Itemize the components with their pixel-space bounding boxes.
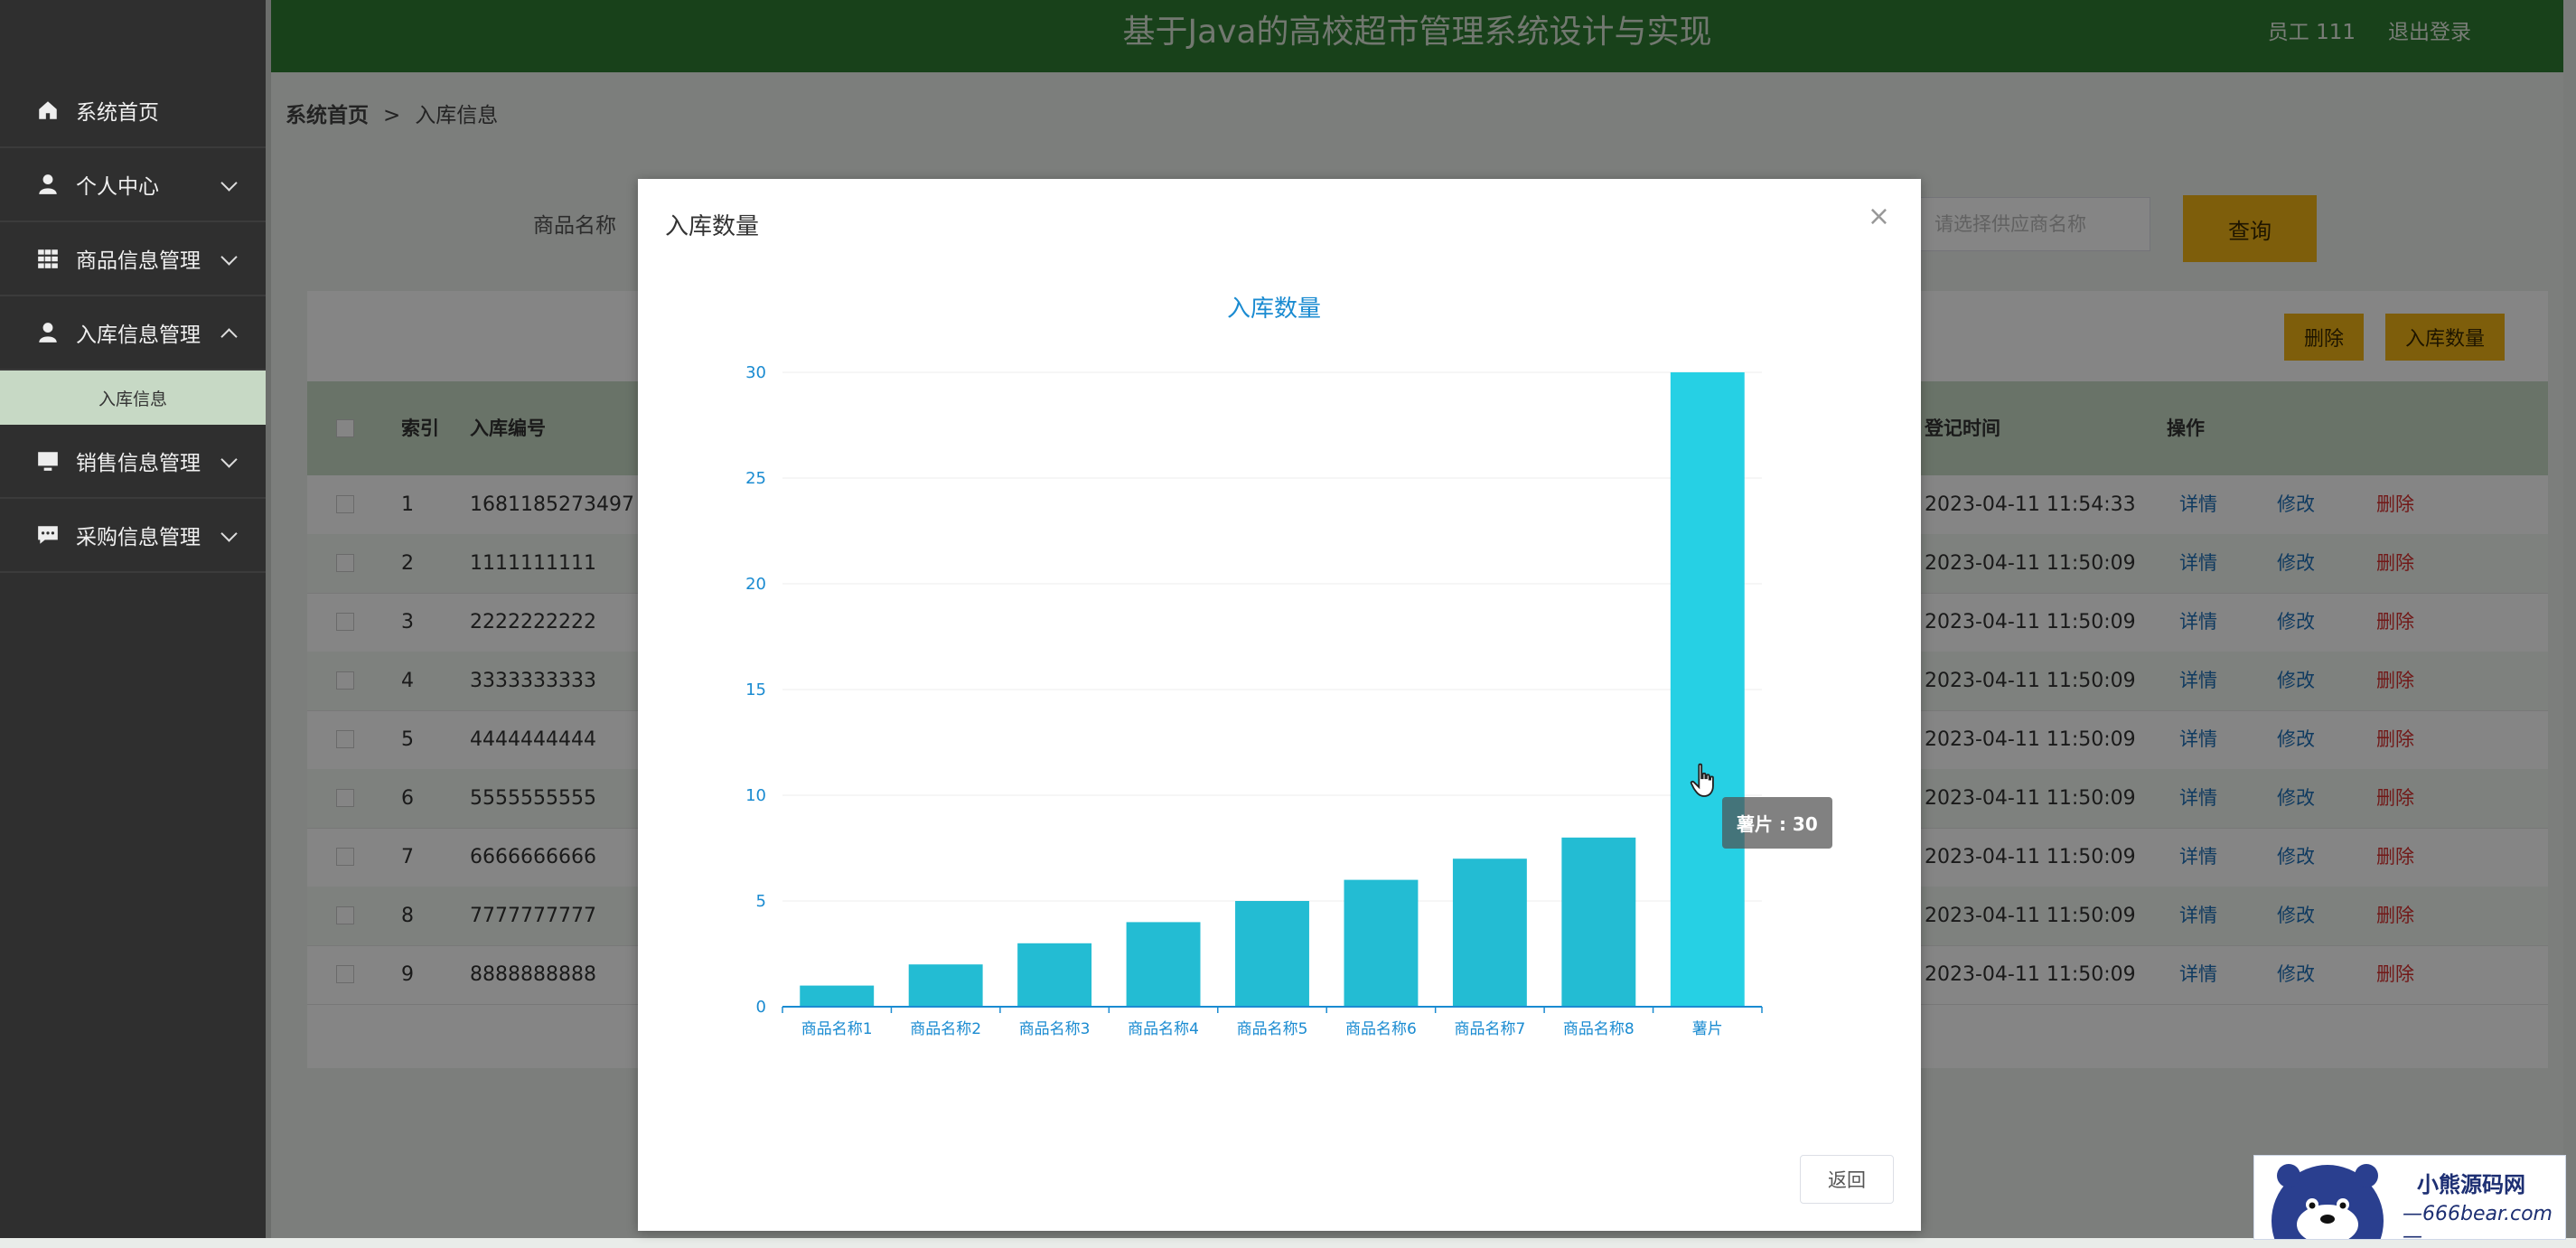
chevron-up-icon [220, 328, 238, 345]
chart-x-labels: 商品名称1 商品名称2 商品名称3 商品名称4 商品名称5 商品名称6 商品名称7 商品名称8… [801, 1020, 1723, 1038]
chart-grid [782, 371, 1762, 902]
user-icon [39, 323, 57, 342]
watermark-title: 小熊源码网 [2417, 1172, 2525, 1197]
hand-cursor-icon [1690, 763, 1714, 797]
sidebar-item-sales[interactable]: 销售信息管理 [0, 425, 266, 499]
sidebar-item-label: 商品信息管理 [76, 249, 201, 273]
bar [1561, 837, 1636, 1007]
sidebar-item-label: 个人中心 [76, 175, 159, 199]
sidebar-item-label: 采购信息管理 [76, 526, 201, 549]
bar [1126, 922, 1201, 1007]
watermark-url: —666bear.com— [2403, 1203, 2553, 1248]
modal-mask-header[interactable] [266, 0, 2576, 72]
y-tick-label: 0 [756, 998, 766, 1017]
stock-count-chart: 入库数量 051015202530 商品名称1 商品名称2 商品名称3 商品名称4 商品… [745, 296, 1763, 1038]
x-tick-label: 商品名称1 [801, 1020, 873, 1038]
chevron-down-icon [220, 525, 238, 542]
chevron-down-icon [220, 451, 238, 468]
y-tick-label: 25 [745, 469, 766, 488]
bar [1452, 859, 1527, 1007]
chart-x-axis [782, 1006, 1763, 1013]
chevron-down-icon [220, 174, 238, 192]
y-tick-label: 15 [745, 680, 766, 699]
y-tick-label: 20 [745, 575, 766, 594]
stock-count-dialog: 入库数量 × 入库数量 0 5 10 15 20 25 30 商品名称1 商品名称2 商品名称3… [638, 179, 1921, 1231]
bar [908, 964, 983, 1007]
monitor-icon [38, 452, 58, 471]
chart-tooltip: 薯片 : 30 [1722, 797, 1832, 849]
return-button[interactable]: 返回 [1800, 1155, 1894, 1204]
bar [1344, 879, 1419, 1007]
bar [800, 985, 875, 1007]
sidebar-top [0, 0, 266, 74]
x-tick-label: 商品名称3 [1019, 1020, 1091, 1038]
bear-logo-icon [2272, 1164, 2384, 1239]
sidebar-subitem-stock-in-info[interactable]: 入库信息 [0, 371, 266, 425]
bar [1235, 901, 1309, 1007]
sidebar: 系统首页 个人中心 商品信息管理 入库信息管理 入库信息 销售信息管理 采购信息… [0, 0, 266, 1238]
chart-title: 入库数量 [1227, 296, 1321, 323]
sidebar-item-label: 销售信息管理 [76, 452, 201, 475]
sidebar-item-label: 入库信息管理 [76, 324, 201, 347]
x-tick-label: 商品名称6 [1345, 1020, 1417, 1038]
user-icon [39, 174, 57, 194]
home-icon [39, 101, 57, 119]
sidebar-item-purchase[interactable]: 采购信息管理 [0, 499, 266, 573]
y-tick-label: 5 [756, 892, 766, 911]
y-tick-label: 10 [745, 786, 766, 805]
sidebar-item-label: 系统首页 [76, 101, 159, 125]
bar [1670, 372, 1745, 1007]
x-tick-label: 商品名称8 [1563, 1020, 1635, 1038]
y-tick-label: 30 [745, 363, 766, 382]
sidebar-item-home[interactable]: 系统首页 [0, 74, 266, 148]
sidebar-item-personal-center[interactable]: 个人中心 [0, 148, 266, 222]
x-tick-label: 薯片 [1692, 1020, 1723, 1038]
chart-y-axis: 0 5 10 15 20 25 30 [745, 363, 766, 1017]
chat-icon [38, 526, 58, 544]
x-tick-label: 商品名称2 [910, 1020, 981, 1038]
grid-icon [38, 249, 58, 268]
watermark: 小熊源码网 —666bear.com— [2253, 1155, 2566, 1248]
sidebar-item-stock-in[interactable]: 入库信息管理 [0, 296, 266, 371]
x-tick-label: 商品名称7 [1454, 1020, 1525, 1038]
sidebar-item-product-info[interactable]: 商品信息管理 [0, 222, 266, 296]
x-tick-label: 商品名称4 [1128, 1020, 1199, 1038]
bar [1017, 943, 1092, 1007]
chevron-down-icon [220, 249, 238, 266]
x-tick-label: 商品名称5 [1237, 1020, 1308, 1038]
